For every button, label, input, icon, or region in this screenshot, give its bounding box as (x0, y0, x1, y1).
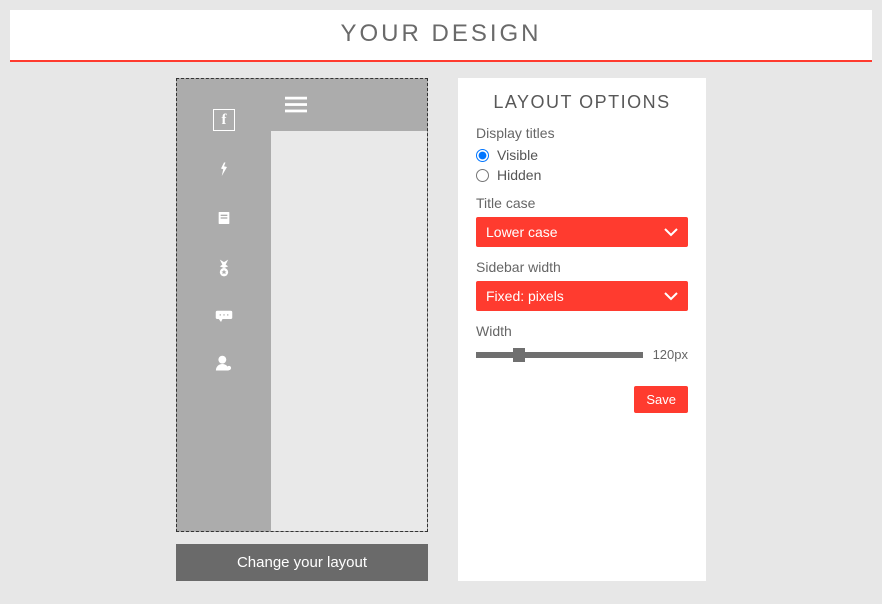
title-case-label: Title case (476, 195, 688, 211)
preview-canvas: f (176, 78, 428, 532)
header: YOUR DESIGN (10, 10, 872, 62)
sidebar-width-label: Sidebar width (476, 259, 688, 275)
layout-preview: f Change your layout (176, 78, 428, 581)
page-title: YOUR DESIGN (10, 20, 872, 48)
display-titles-label: Display titles (476, 125, 688, 141)
save-button[interactable]: Save (634, 386, 688, 413)
chevron-down-icon (664, 288, 678, 304)
clipboard-icon (216, 209, 232, 227)
display-hidden-text: Hidden (497, 167, 541, 183)
user-settings-icon (214, 353, 234, 373)
width-slider[interactable] (476, 352, 643, 358)
preview-content-area (271, 131, 427, 531)
microphone-icon (215, 161, 233, 179)
display-hidden-input[interactable] (476, 169, 489, 182)
sidebar-width-value: Fixed: pixels (486, 288, 564, 304)
display-visible-text: Visible (497, 147, 538, 163)
preview-topbar (271, 79, 427, 131)
layout-options-panel: LAYOUT OPTIONS Display titles Visible Hi… (458, 78, 706, 581)
title-case-select[interactable]: Lower case (476, 217, 688, 247)
width-label: Width (476, 323, 688, 339)
display-visible-radio[interactable]: Visible (476, 147, 688, 163)
width-value: 120px (653, 347, 688, 362)
display-visible-input[interactable] (476, 149, 489, 162)
change-layout-button[interactable]: Change your layout (176, 544, 428, 581)
width-slider-handle[interactable] (513, 348, 525, 362)
hamburger-icon (285, 96, 307, 114)
title-case-value: Lower case (486, 224, 558, 240)
options-title: LAYOUT OPTIONS (476, 92, 688, 113)
comment-icon (215, 309, 233, 323)
medal-icon (214, 257, 234, 279)
display-hidden-radio[interactable]: Hidden (476, 167, 688, 183)
sidebar-width-select[interactable]: Fixed: pixels (476, 281, 688, 311)
preview-sidebar: f (177, 79, 271, 531)
chevron-down-icon (664, 224, 678, 240)
facebook-icon: f (213, 109, 235, 131)
